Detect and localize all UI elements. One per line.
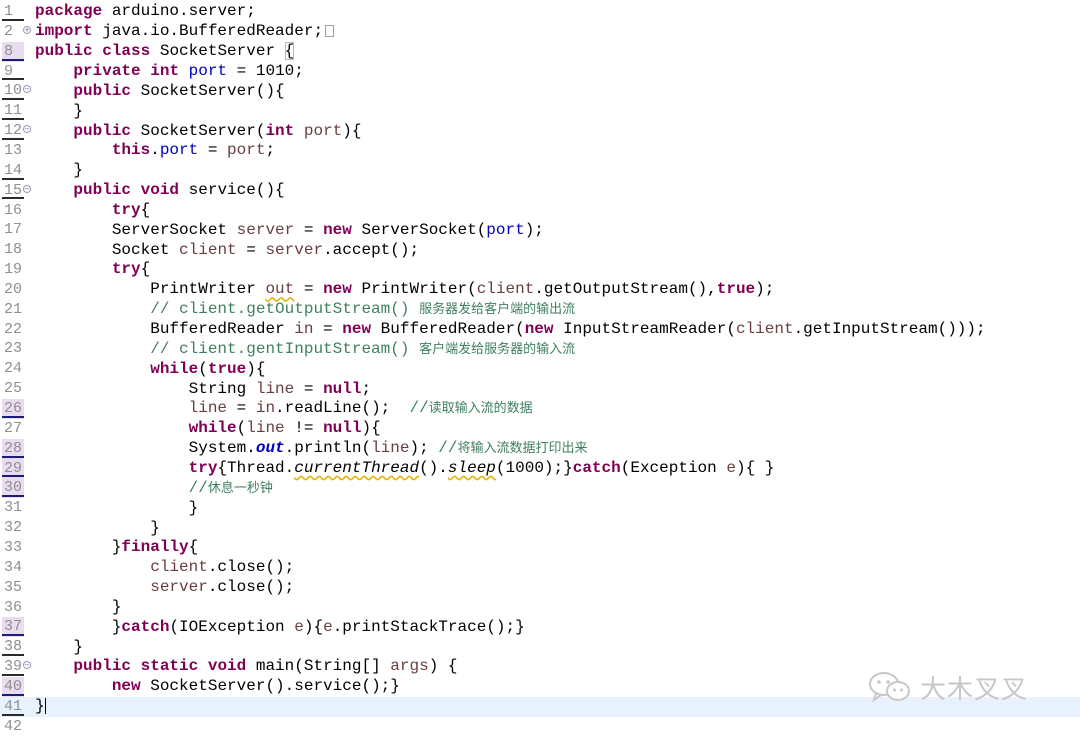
collapse-fold-icon[interactable]: − [23, 661, 31, 670]
line-gutter: 41 [0, 697, 32, 717]
collapse-fold-icon[interactable]: − [23, 125, 31, 134]
line-gutter: 20 [4, 280, 23, 298]
code-line[interactable]: 27 while(line != null){ [0, 419, 1080, 439]
line-gutter: 27 [4, 419, 23, 437]
code-line[interactable]: 33 }finally{ [0, 538, 1080, 558]
line-gutter: 24 [4, 360, 23, 378]
line-gutter: 36 [4, 598, 23, 616]
wechat-icon [869, 672, 910, 703]
line-gutter: 26 [0, 399, 32, 419]
line-gutter: 1 [0, 2, 32, 22]
line-gutter: 42 [4, 717, 23, 735]
code-line[interactable]: 16 try{ [0, 201, 1080, 221]
line-gutter: 19 [4, 261, 23, 279]
code-line[interactable]: 14 } [0, 161, 1080, 181]
line-gutter: 29 [0, 458, 32, 479]
code-line[interactable]: 20 PrintWriter out = new PrintWriter(cli… [0, 280, 1080, 300]
code-line[interactable]: 36 } [0, 598, 1080, 618]
code-line[interactable]: 30 //休息一秒钟 [0, 478, 1080, 499]
code-line[interactable]: 38 } [0, 637, 1080, 657]
line-gutter: 31 [4, 499, 23, 517]
code-line[interactable]: 1 package arduino.server; [0, 2, 1080, 22]
line-gutter: 16 [4, 201, 23, 219]
line-gutter: 9 [0, 62, 32, 82]
expand-fold-icon[interactable]: + [23, 25, 31, 34]
code-line[interactable]: 24 while(true){ [0, 359, 1080, 379]
code-line[interactable]: 8 public class SocketServer { [0, 41, 1080, 62]
code-line[interactable]: 32 } [0, 518, 1080, 538]
line-gutter: 17 [4, 221, 23, 239]
watermark: 大木叉叉 [868, 664, 1068, 710]
line-gutter: 11 [0, 101, 32, 121]
code-line[interactable]: 13 this.port = port; [0, 141, 1080, 161]
code-line[interactable]: 2 + import java.io.BufferedReader; [0, 22, 1080, 42]
code-line[interactable]: 12− public SocketServer(int port){ [0, 121, 1080, 141]
code-line[interactable]: 17 ServerSocket server = new ServerSocke… [0, 220, 1080, 240]
code-editor[interactable]: 1 package arduino.server; 2 + import java… [0, 0, 1080, 736]
line-gutter: 30 [0, 478, 32, 499]
code-line[interactable]: 19 try{ [0, 260, 1080, 280]
code-line[interactable]: 37 }catch(IOException e){e.printStackTra… [0, 617, 1080, 638]
line-gutter: 37 [0, 617, 32, 638]
code-line[interactable]: 15− public void service(){ [0, 181, 1080, 201]
watermark-text: 大木叉叉 [920, 674, 1029, 705]
line-gutter: 34 [4, 558, 23, 576]
code-line[interactable]: 31 } [0, 498, 1080, 518]
collapse-fold-icon[interactable]: − [23, 85, 31, 94]
line-gutter: 8 [0, 41, 32, 62]
code-line[interactable]: 42 [0, 717, 1080, 736]
code-line[interactable]: 21 // client.getOutputStream() 服务器发给客户端的… [0, 300, 1080, 320]
line-gutter: 25 [4, 380, 23, 398]
code-line[interactable]: 29 try{Thread.currentThread().sleep(1000… [0, 458, 1080, 479]
line-gutter: 32 [4, 519, 23, 537]
line-gutter: 39− [0, 657, 32, 677]
code-line[interactable]: 34 client.close(); [0, 558, 1080, 578]
code-line[interactable]: 26 line = in.readLine(); //读取输入流的数据 [0, 399, 1080, 419]
line-gutter: 2 + [4, 22, 31, 40]
line-gutter: 21 [4, 300, 23, 318]
line-gutter: 14 [0, 161, 32, 181]
collapsed-imports-icon[interactable] [325, 25, 335, 38]
line-gutter: 12− [0, 121, 32, 141]
text-cursor [44, 697, 46, 714]
line-gutter: 10− [0, 81, 32, 101]
code-line[interactable]: 10− public SocketServer(){ [0, 81, 1080, 101]
code-line[interactable]: 23 // client.gentInputStream() 客户端发给服务器的… [0, 339, 1080, 359]
line-gutter: 15− [0, 181, 32, 201]
line-gutter: 35 [4, 578, 23, 596]
line-gutter: 40 [0, 676, 32, 697]
line-gutter: 22 [4, 320, 23, 338]
code-line[interactable]: 22 BufferedReader in = new BufferedReade… [0, 320, 1080, 340]
line-gutter: 18 [4, 241, 23, 259]
code-line[interactable]: 35 server.close(); [0, 578, 1080, 598]
collapse-fold-icon[interactable]: − [23, 184, 31, 193]
line-gutter: 13 [4, 141, 23, 159]
code-line[interactable]: 28 System.out.println(line); //将输入流数据打印出… [0, 438, 1080, 459]
line-gutter: 28 [0, 438, 32, 459]
code-line[interactable]: 9 private int port = 1010; [0, 62, 1080, 82]
code-line[interactable]: 11 } [0, 101, 1080, 121]
line-gutter: 38 [0, 637, 32, 657]
line-gutter: 23 [4, 340, 23, 358]
line-gutter: 33 [4, 538, 23, 556]
code-line[interactable]: 25 String line = null; [0, 379, 1080, 399]
code-line[interactable]: 18 Socket client = server.accept(); [0, 240, 1080, 260]
